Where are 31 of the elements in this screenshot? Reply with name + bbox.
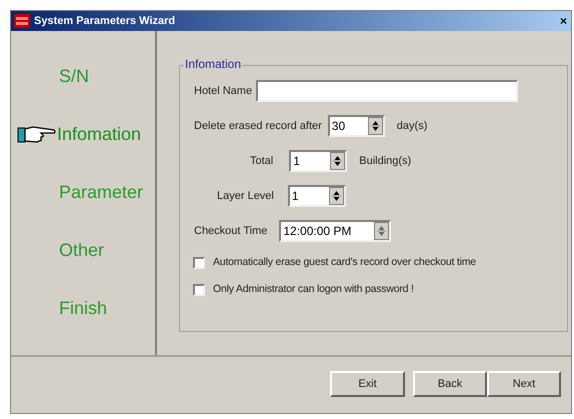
checkout-time-spinner[interactable]: 12:00:00 PM <box>279 220 392 242</box>
layer-level-spinner[interactable]: 1 <box>288 185 346 207</box>
checkbox-label: Automatically erase guest card's record over checkout time <box>213 255 476 270</box>
spinner-arrows-icon[interactable] <box>368 117 383 135</box>
checkbox[interactable] <box>193 256 205 269</box>
wizard-step: Finish <box>59 294 108 322</box>
wizard-step: S/N <box>59 62 90 90</box>
spinner-arrows-icon[interactable] <box>328 187 344 205</box>
wizard-step: Infomation <box>57 120 142 148</box>
checkbox-label: Only Administrator can logon with password ! <box>213 282 414 297</box>
days-unit-label: day(s) <box>396 118 428 134</box>
total-label: Total <box>250 154 274 169</box>
spinner-arrows-icon[interactable] <box>330 152 346 170</box>
group-title: Infomation <box>184 58 242 70</box>
window-title: System Parameters Wizard <box>34 14 176 29</box>
wizard-step: Other <box>59 236 104 264</box>
wizard-button[interactable]: Exit <box>330 371 405 397</box>
buildings-unit-label: Building(s) <box>359 154 412 169</box>
delete-after-label: Delete erased record after <box>194 118 322 134</box>
wizard-button[interactable]: Next <box>487 371 561 397</box>
buildings-spinner[interactable]: 1 <box>289 150 348 172</box>
hotel-name-field[interactable] <box>256 80 518 102</box>
app-icon <box>14 14 30 28</box>
hotel-name-label: Hotel Name <box>194 84 252 99</box>
checkbox[interactable] <box>193 284 205 296</box>
days-spinner[interactable]: 30 <box>328 115 385 137</box>
close-button[interactable]: × <box>560 15 567 27</box>
wizard-button[interactable]: Back <box>413 371 487 397</box>
wizard-step: Parameter <box>59 178 144 206</box>
layer-level-label: Layer Level <box>217 188 274 204</box>
checkout-time-label: Checkout Time <box>194 224 268 239</box>
